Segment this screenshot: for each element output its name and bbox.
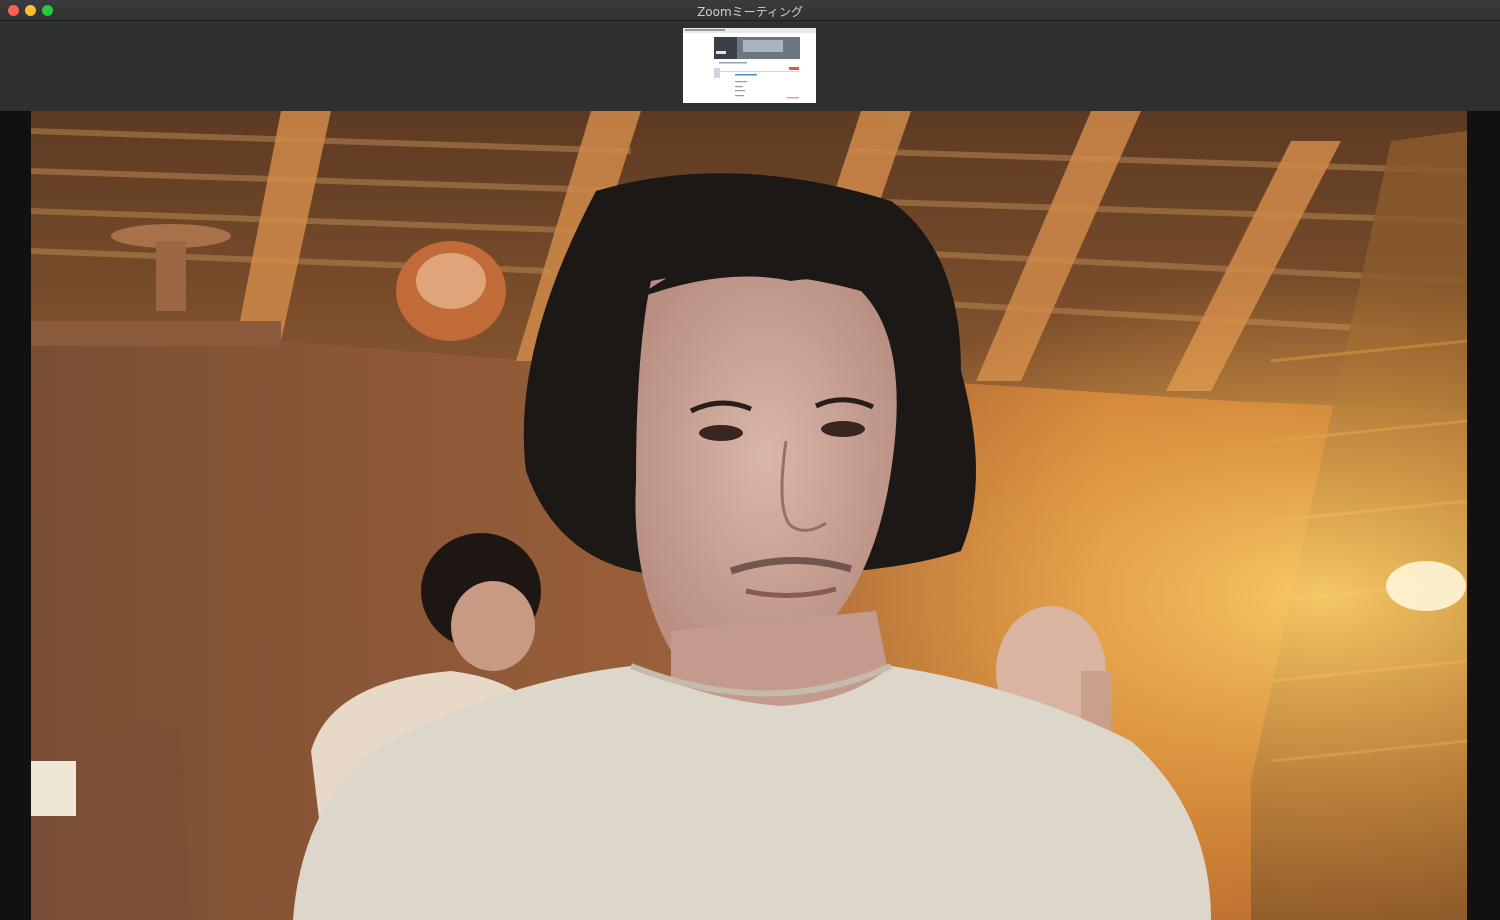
window-titlebar: Zoomミーティング bbox=[0, 0, 1500, 21]
video-area bbox=[0, 111, 1500, 920]
participant-video-icon bbox=[31, 111, 1467, 920]
window-title: Zoomミーティング bbox=[697, 5, 803, 19]
screen-share-preview-icon bbox=[683, 28, 816, 103]
participant-video bbox=[31, 111, 1467, 920]
screen-share-thumbnail[interactable] bbox=[683, 28, 816, 103]
thumbnail-strip bbox=[0, 21, 1500, 111]
